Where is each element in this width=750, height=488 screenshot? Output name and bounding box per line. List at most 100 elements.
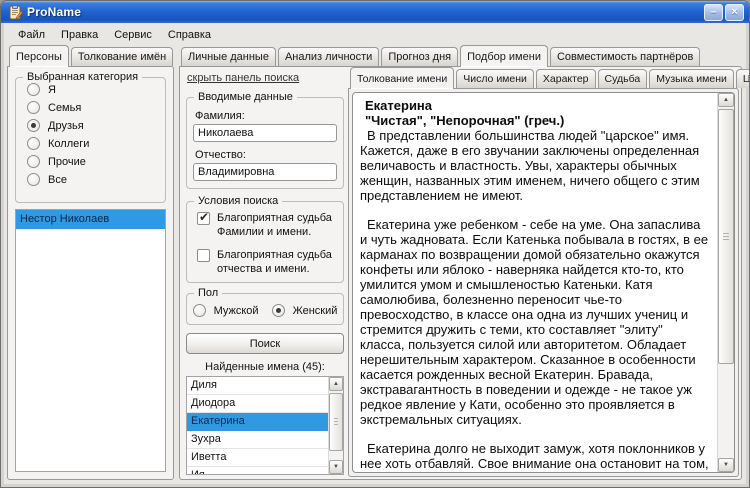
scroll-down-icon[interactable]: ▼ bbox=[329, 460, 343, 474]
main-tab[interactable]: Подбор имени bbox=[460, 45, 548, 67]
name-title: Екатерина bbox=[365, 98, 433, 113]
scroll-thumb[interactable] bbox=[329, 393, 343, 451]
radio-icon bbox=[27, 101, 40, 114]
category-radio-label: Прочие bbox=[48, 155, 86, 168]
category-radio[interactable]: Коллеги bbox=[27, 137, 165, 150]
menu-item[interactable]: Справка bbox=[160, 27, 219, 43]
category-radio-label: Я bbox=[48, 83, 56, 96]
surname-label: Фамилия: bbox=[195, 110, 245, 122]
name-search-panel: скрыть панель поиска Вводимые данные Фам… bbox=[179, 66, 749, 480]
category-radio-label: Друзья bbox=[48, 119, 84, 132]
radio-icon bbox=[192, 304, 206, 317]
name-meaning: "Чистая", "Непорочная" (греч.) bbox=[365, 113, 565, 128]
interpretation-tab[interactable]: Музыка имени bbox=[649, 69, 734, 88]
main-tab[interactable]: Совместимость партнёров bbox=[549, 47, 701, 66]
results-count-label: Найденные имена (45): bbox=[205, 361, 325, 373]
main-tabs: Личные данные Анализ личности Прогноз дня П… bbox=[179, 45, 742, 67]
radio-icon bbox=[271, 304, 285, 317]
interpretation-paragraph: Екатерина уже ребенком - себе на уме. Он… bbox=[360, 217, 709, 427]
interpretation-tabs: Толкование имени Число имени Характер Судьб… bbox=[348, 67, 749, 89]
minimize-button[interactable]: – bbox=[704, 3, 723, 21]
checkbox-icon bbox=[197, 249, 210, 262]
main-tab[interactable]: Анализ личности bbox=[277, 47, 380, 66]
condition-checkbox[interactable]: Благоприятная судьба Фамилии и имени. bbox=[197, 210, 339, 239]
checkbox-icon bbox=[197, 210, 210, 225]
condition-label: Благоприятная судьба Фамилии и имени. bbox=[217, 212, 332, 238]
app-icon[interactable] bbox=[8, 4, 23, 20]
person-item[interactable]: Нестор Николаев bbox=[16, 210, 165, 229]
interpretation-tab[interactable]: Число имени bbox=[456, 69, 534, 88]
category-radio[interactable]: Прочие bbox=[27, 155, 165, 168]
search-panel: скрыть панель поиска Вводимые данные Фам… bbox=[184, 67, 346, 477]
gender-radio-label: Женский bbox=[292, 304, 338, 317]
close-button[interactable]: × bbox=[725, 3, 744, 21]
patronymic-label: Отчество: bbox=[195, 149, 246, 161]
persons-list: Нестор Николаев bbox=[15, 209, 166, 472]
conditions-group-title: Условия поиска bbox=[194, 195, 283, 207]
condition-checkbox[interactable]: Благоприятная судьба отчества и имени. bbox=[197, 248, 339, 276]
category-radio[interactable]: Семья bbox=[27, 101, 165, 114]
result-name-item[interactable]: Диодора bbox=[187, 395, 328, 413]
category-radio-label: Семья bbox=[48, 101, 82, 114]
condition-label: Благоприятная судьба отчества и имени. bbox=[217, 249, 332, 275]
interpretation-paragraph: Екатерина долго не выходит замуж, хотя п… bbox=[360, 441, 709, 470]
main-tab[interactable]: Прогноз дня bbox=[381, 47, 459, 66]
category-radio-label: Коллеги bbox=[48, 137, 90, 150]
window-title: ProName bbox=[27, 5, 82, 19]
interpretation-tab[interactable]: Толкование имени bbox=[350, 67, 455, 89]
gender-group: Пол Мужской Женский bbox=[186, 287, 344, 325]
results-list: ДиляДиодораЕкатеринаЗухраИветтаИяКлеопат… bbox=[186, 376, 344, 475]
menu-bar: Файл Правка Сервис Справка bbox=[5, 25, 745, 44]
result-name-item[interactable]: Зухра bbox=[187, 431, 328, 449]
category-group: Выбранная категория Я Семья Друзья Колле… bbox=[15, 71, 166, 203]
left-tab[interactable]: Персоны bbox=[9, 45, 69, 67]
text-scrollbar[interactable]: ▲ ▼ bbox=[717, 93, 734, 472]
search-button[interactable]: Поиск bbox=[186, 333, 344, 354]
gender-radio-label: Мужской bbox=[213, 304, 259, 317]
result-name-item[interactable]: Иветта bbox=[187, 449, 328, 467]
menu-item[interactable]: Файл bbox=[10, 27, 53, 43]
hide-search-panel-link[interactable]: скрыть панель поиска bbox=[187, 72, 299, 84]
left-tab[interactable]: Толкование имён bbox=[70, 47, 174, 66]
app-window: ProName – × Файл Правка Сервис Справка Перс… bbox=[0, 0, 750, 488]
input-data-group: Вводимые данные Фамилия: Отчество: bbox=[186, 91, 344, 189]
radio-icon bbox=[27, 155, 40, 168]
interpretation-paragraph: В представлении большинства людей "царск… bbox=[360, 128, 700, 203]
category-radio[interactable]: Я bbox=[27, 83, 165, 96]
category-radio[interactable]: Друзья bbox=[27, 119, 165, 132]
interpretation-section: Толкование имени Число имени Характер Судьб… bbox=[348, 67, 749, 477]
result-name-item[interactable]: Ия bbox=[187, 467, 328, 474]
interpretation-tab[interactable]: Судьба bbox=[597, 69, 648, 88]
radio-icon bbox=[27, 173, 40, 186]
scroll-down-icon[interactable]: ▼ bbox=[718, 458, 734, 472]
interpretation-textbox: Екатерина "Чистая", "Непорочная" (греч.)… bbox=[352, 92, 735, 473]
persons-panel: Выбранная категория Я Семья Друзья Колле… bbox=[7, 66, 174, 480]
search-conditions-group: Условия поиска Благоприятная судьба Фами… bbox=[186, 195, 344, 283]
patronymic-input[interactable] bbox=[193, 163, 337, 181]
gender-radio[interactable]: Женский bbox=[271, 304, 338, 317]
main-section: Личные данные Анализ личности Прогноз дня П… bbox=[179, 45, 749, 480]
scroll-up-icon[interactable]: ▲ bbox=[329, 377, 343, 391]
category-radio-label: Все bbox=[48, 173, 67, 186]
result-name-item[interactable]: Диля bbox=[187, 377, 328, 395]
interpretation-tab[interactable]: Цвет bbox=[735, 69, 749, 88]
left-tabs: Персоны Толкование имён bbox=[7, 45, 174, 67]
menu-item[interactable]: Правка bbox=[53, 27, 106, 43]
interpretation-text: Екатерина "Чистая", "Непорочная" (греч.)… bbox=[360, 98, 709, 470]
interpretation-tab[interactable]: Характер bbox=[535, 69, 596, 88]
main-tab[interactable]: Личные данные bbox=[181, 47, 276, 66]
radio-icon bbox=[27, 119, 40, 132]
radio-icon bbox=[27, 83, 40, 96]
category-radio[interactable]: Все bbox=[27, 173, 165, 186]
results-scrollbar[interactable]: ▲ ▼ bbox=[328, 377, 343, 474]
menu-item[interactable]: Сервис bbox=[106, 27, 160, 43]
scroll-thumb[interactable] bbox=[718, 109, 734, 364]
result-name-item[interactable]: Екатерина bbox=[187, 413, 328, 431]
input-group-title: Вводимые данные bbox=[194, 91, 297, 103]
titlebar[interactable]: ProName – × bbox=[1, 1, 749, 23]
gender-group-title: Пол bbox=[194, 287, 223, 299]
persons-section: Персоны Толкование имён Выбранная категор… bbox=[7, 45, 174, 480]
scroll-up-icon[interactable]: ▲ bbox=[718, 93, 734, 107]
gender-radio[interactable]: Мужской bbox=[192, 304, 259, 317]
surname-input[interactable] bbox=[193, 124, 337, 142]
